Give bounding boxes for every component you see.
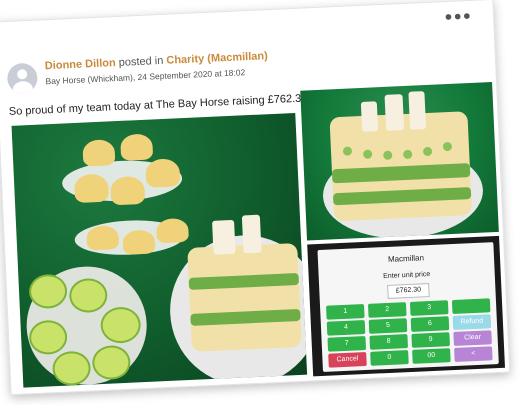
till-title: Macmillan [387,253,425,264]
posted-in-text: posted in [115,54,167,70]
avatar-head-shape [16,69,28,80]
key-3: 3 [409,300,449,316]
chocolate-decoration-shape [384,94,405,131]
cake-closeup-photo[interactable] [300,81,499,241]
key-8: 8 [369,334,409,350]
refund-key: Refund [452,314,492,331]
chocolate-decoration-shape [212,219,236,255]
cancel-key: Cancel [328,351,367,368]
cupcake-shape [73,173,110,204]
cupcake-shape [86,225,120,251]
key-4: 4 [326,320,366,336]
key-9: 9 [411,332,450,348]
key-2: 2 [367,302,407,318]
lime-cupcake-shape [91,344,132,381]
key-blank [451,298,491,315]
avatar[interactable] [6,62,39,94]
till-amount-field: £762.30 [387,283,430,299]
till-screen-photo[interactable]: Macmillan Enter unit price £762.30 1 2 3… [307,235,506,377]
backspace-key: < [454,346,493,362]
chocolate-decoration-shape [241,214,262,254]
key-0: 0 [370,350,409,366]
till-screen: Macmillan Enter unit price £762.30 1 2 3… [317,242,499,372]
key-5: 5 [368,318,408,334]
cupcake-shape [155,217,189,244]
clear-key: Clear [453,330,492,346]
key-00: 00 [412,348,451,364]
cupcake-shape [109,175,146,206]
chocolate-decoration-shape [408,91,427,130]
cupcake-shape [120,133,154,161]
chocolate-decoration-shape [360,101,379,132]
key-7: 7 [327,335,367,352]
avatar-shoulders-shape [12,80,34,94]
cupcakes-and-cake-photo[interactable] [11,112,308,388]
till-prompt: Enter unit price [383,270,431,281]
author-name-link[interactable]: Dionne Dillon [45,57,116,72]
facebook-post-card: ••• Dionne Dillon posted in Charity (Mac… [0,0,511,396]
group-name-link[interactable]: Charity (Macmillan) [166,50,268,67]
key-1: 1 [326,304,365,320]
screenshot-scene: ••• Dionne Dillon posted in Charity (Mac… [0,0,527,405]
cake-shape [187,242,302,352]
key-6: 6 [410,316,450,332]
cupcake-shape [82,139,116,167]
more-options-icon[interactable]: ••• [443,7,472,27]
cupcake-shape [122,229,156,255]
cupcake-shape [145,158,181,188]
